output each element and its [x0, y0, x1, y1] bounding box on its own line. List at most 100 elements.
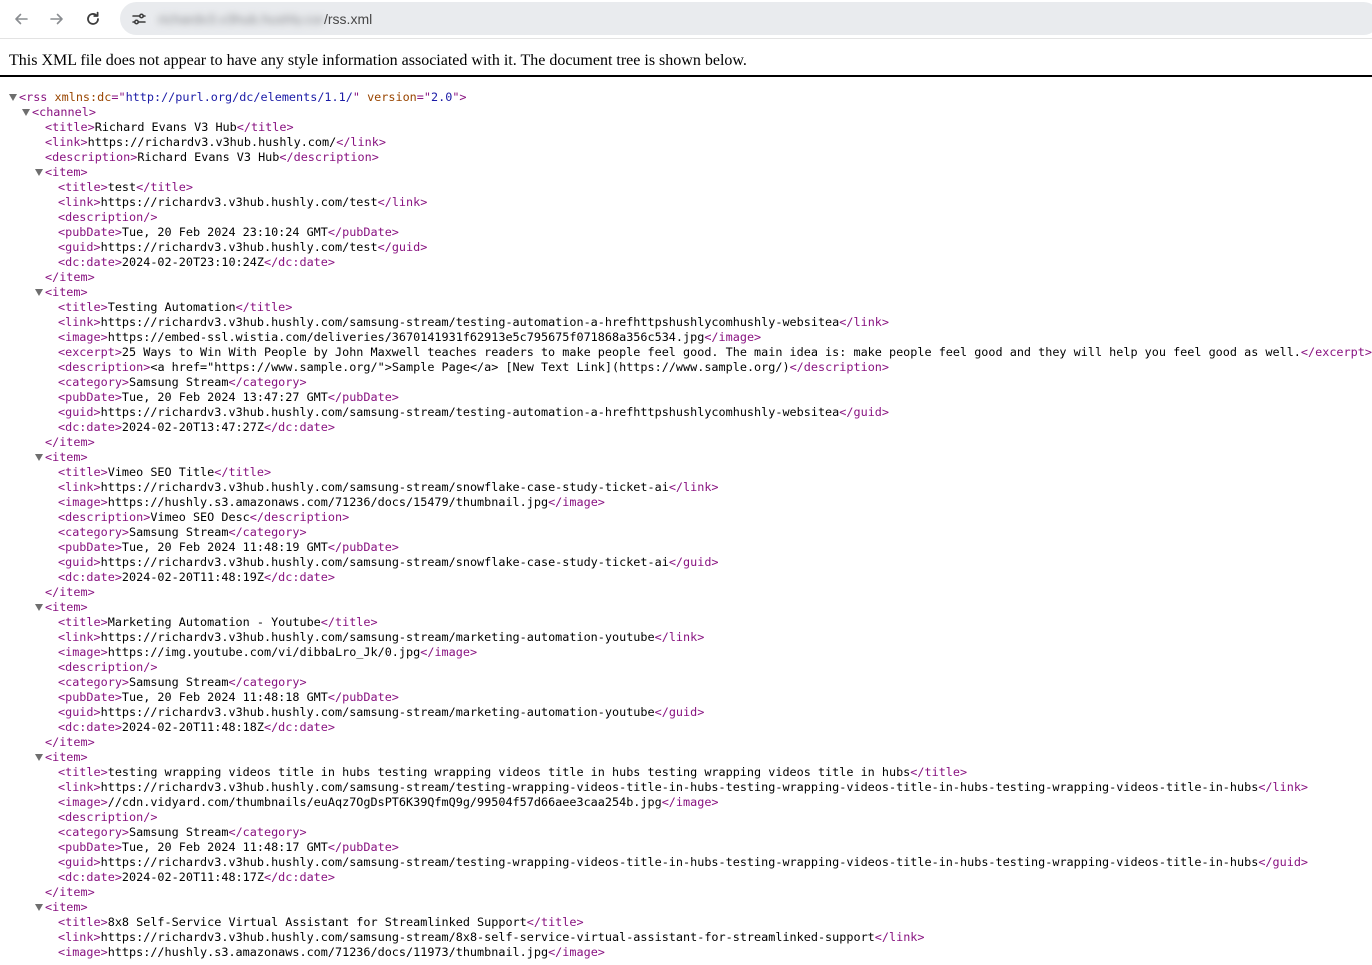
- xml-tag: </dc:date>: [263, 420, 335, 434]
- xml-tag: </dc:date>: [263, 570, 335, 584]
- arrow-right-icon: [50, 13, 63, 25]
- xml-tag: </pubDate>: [327, 690, 399, 704]
- xml-attr-value: http://purl.org/dc/elements/1.1/: [125, 90, 353, 104]
- xml-text: Vimeo SEO Desc: [150, 510, 250, 524]
- xml-tag: <description/>: [58, 810, 158, 824]
- xml-text: Tue, 20 Feb 2024 11:48:17 GMT: [121, 840, 328, 854]
- xml-text: 2024-02-20T11:48:19Z: [121, 570, 264, 584]
- xml-line: <description/>: [58, 210, 157, 225]
- browser-toolbar: richardv3.v3hub.hushly.com /rss.xml: [0, 0, 1372, 39]
- xml-text: Testing Automation: [107, 300, 236, 314]
- xml-line: <link>https://richardv3.v3hub.hushly.com…: [58, 480, 719, 495]
- xml-tag: </link>: [839, 315, 889, 329]
- xml-tag: <dc:date>: [58, 870, 122, 884]
- collapse-toggle-icon[interactable]: [34, 750, 44, 765]
- xml-tag: </excerpt>: [1300, 345, 1372, 359]
- xml-tag: <pubDate>: [58, 225, 122, 239]
- xml-line: </item>: [45, 270, 95, 285]
- xml-text: Marketing Automation - Youtube: [107, 615, 321, 629]
- xml-tag: =": [416, 90, 431, 104]
- xml-tag: </image>: [548, 945, 605, 959]
- xml-line: <dc:date>2024-02-20T11:48:18Z</dc:date>: [58, 720, 335, 735]
- tune-icon: [131, 12, 146, 25]
- xml-text: https://richardv3.v3hub.hushly.com/samsu…: [100, 930, 875, 944]
- site-info-button[interactable]: [125, 5, 152, 32]
- xml-tag: </image>: [420, 645, 478, 659]
- xml-tag: </pubDate>: [327, 840, 399, 854]
- xml-tag: <description>: [45, 150, 138, 164]
- xml-text: Vimeo SEO Title: [107, 465, 215, 479]
- xml-text: https://richardv3.v3hub.hushly.com/samsu…: [100, 855, 1259, 869]
- xml-line: <dc:date>2024-02-20T23:10:24Z</dc:date>: [58, 255, 335, 270]
- back-button[interactable]: [7, 5, 35, 33]
- xml-line: <item>: [45, 165, 88, 180]
- xml-text: https://richardv3.v3hub.hushly.com/samsu…: [100, 630, 655, 644]
- xml-tag: <image>: [58, 495, 108, 509]
- xml-tag: </image>: [661, 795, 719, 809]
- xml-text: <a href="https://www.sample.org/">Sample…: [150, 360, 790, 374]
- xml-tag: </link>: [336, 135, 386, 149]
- xml-tag: <item>: [45, 900, 88, 914]
- collapse-toggle-icon[interactable]: [21, 105, 31, 120]
- xml-tag: </guid>: [668, 555, 719, 569]
- xml-tag: <link>: [58, 630, 101, 644]
- xml-line: <pubDate>Tue, 20 Feb 2024 11:48:19 GMT</…: [58, 540, 399, 555]
- xml-line: </item>: [45, 585, 95, 600]
- xml-info-text: This XML file does not appear to have an…: [9, 52, 747, 69]
- xml-tag: </item>: [45, 270, 95, 284]
- xml-line: <image>https://hushly.s3.amazonaws.com/7…: [58, 495, 605, 510]
- collapse-toggle-icon[interactable]: [34, 900, 44, 915]
- xml-text: Samsung Stream: [129, 675, 229, 689]
- xml-tag: <item>: [45, 450, 88, 464]
- xml-tag: <description/>: [58, 660, 158, 674]
- xml-tag: <guid>: [58, 705, 101, 719]
- xml-text: https://richardv3.v3hub.hushly.com/samsu…: [100, 315, 840, 329]
- xml-line: <channel>: [32, 105, 96, 120]
- forward-button[interactable]: [43, 5, 71, 33]
- xml-line: <link>https://richardv3.v3hub.hushly.com…: [58, 630, 704, 645]
- xml-tag: <link>: [58, 780, 101, 794]
- xml-text: https://richardv3.v3hub.hushly.com/samsu…: [100, 705, 655, 719]
- xml-tag: </pubDate>: [327, 225, 399, 239]
- xml-tag: <image>: [58, 795, 108, 809]
- xml-text: https://richardv3.v3hub.hushly.com/samsu…: [100, 405, 840, 419]
- xml-line: <title>testing wrapping videos title in …: [58, 765, 967, 780]
- xml-text: Richard Evans V3 Hub: [137, 150, 280, 164]
- xml-line: <category>Samsung Stream</category>: [58, 525, 307, 540]
- xml-tag: <dc:date>: [58, 720, 122, 734]
- xml-line: <guid>https://richardv3.v3hub.hushly.com…: [58, 405, 889, 420]
- xml-tag: <pubDate>: [58, 840, 122, 854]
- xml-line: <link>https://richardv3.v3hub.hushly.com…: [58, 315, 889, 330]
- xml-tag: <item>: [45, 600, 88, 614]
- xml-text: 2024-02-20T13:47:27Z: [121, 420, 264, 434]
- xml-text: https://richardv3.v3hub.hushly.com/test: [100, 195, 378, 209]
- xml-text: Tue, 20 Feb 2024 13:47:27 GMT: [121, 390, 328, 404]
- address-bar[interactable]: richardv3.v3hub.hushly.com /rss.xml: [120, 2, 1372, 35]
- reload-button[interactable]: [79, 5, 107, 33]
- xml-line: <description>Vimeo SEO Desc</description…: [58, 510, 349, 525]
- xml-tag: <pubDate>: [58, 540, 122, 554]
- xml-tag: =": [111, 90, 126, 104]
- xml-line: <pubDate>Tue, 20 Feb 2024 11:48:17 GMT</…: [58, 840, 399, 855]
- xml-line: <item>: [45, 900, 88, 915]
- xml-tag: <dc:date>: [58, 570, 122, 584]
- collapse-toggle-icon[interactable]: [34, 285, 44, 300]
- xml-tag: </category>: [228, 525, 307, 539]
- xml-attr-value: 2.0: [431, 90, 453, 104]
- collapse-toggle-icon[interactable]: [34, 165, 44, 180]
- xml-text: Samsung Stream: [129, 525, 229, 539]
- xml-line: <link>https://richardv3.v3hub.hushly.com…: [58, 780, 1308, 795]
- collapse-toggle-icon[interactable]: [8, 90, 18, 105]
- xml-line: <item>: [45, 450, 88, 465]
- xml-tag: <category>: [58, 525, 130, 539]
- xml-line: <link>https://richardv3.v3hub.hushly.com…: [58, 195, 427, 210]
- url-path: /rss.xml: [324, 11, 373, 27]
- xml-tag: </title>: [236, 120, 294, 134]
- xml-line: <guid>https://richardv3.v3hub.hushly.com…: [58, 855, 1308, 870]
- url-host: richardv3.v3hub.hushly.com: [158, 12, 323, 26]
- collapse-toggle-icon[interactable]: [34, 450, 44, 465]
- xml-line: <link>https://richardv3.v3hub.hushly.com…: [45, 135, 386, 150]
- collapse-toggle-icon[interactable]: [34, 600, 44, 615]
- xml-line: <description/>: [58, 660, 157, 675]
- xml-tag: <item>: [45, 750, 88, 764]
